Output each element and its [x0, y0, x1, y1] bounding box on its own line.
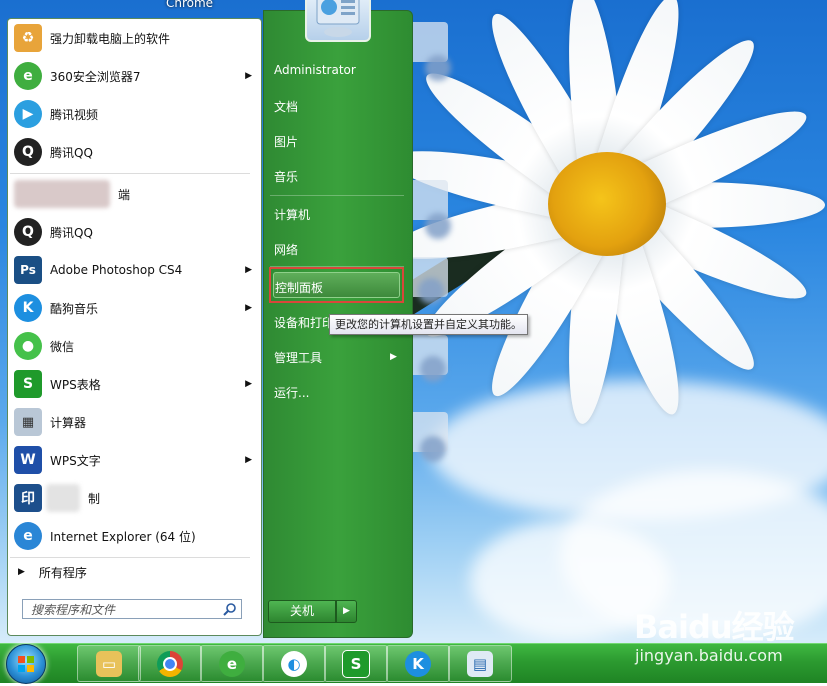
search-icon[interactable] — [223, 602, 237, 616]
start-button[interactable] — [6, 644, 46, 684]
submenu-arrow-icon: ▶ — [245, 303, 252, 313]
program-label: WPS表格 — [50, 377, 101, 392]
network-item[interactable]: 网络 — [274, 241, 298, 258]
admin-tools-item[interactable]: 管理工具 — [274, 349, 322, 366]
taskbar-button[interactable]: ▭ — [77, 645, 141, 682]
program-item[interactable]: Ps Adobe Photoshop CS4 ▶ — [14, 252, 256, 288]
chrome-icon — [157, 650, 183, 677]
taskbar-button[interactable]: K — [386, 645, 450, 682]
program-label: 酷狗音乐 — [50, 301, 99, 316]
submenu-arrow-icon: ▶ — [245, 379, 252, 389]
program-label: 制 — [88, 491, 101, 506]
control-panel-icon: ▤ — [467, 650, 493, 677]
devices-printers-item[interactable]: 设备和打印 — [274, 314, 334, 331]
shutdown-button[interactable]: 关机 — [268, 600, 336, 623]
program-label: 腾讯QQ — [50, 225, 93, 240]
submenu-arrow-icon: ▶ — [245, 71, 252, 81]
submenu-arrow-icon: ▶ — [245, 455, 252, 465]
program-item[interactable]: S WPS表格 ▶ — [14, 366, 256, 402]
program-item[interactable]: e Internet Explorer (64 位) — [14, 518, 256, 554]
program-label: Internet Explorer (64 位) — [50, 529, 196, 544]
kugou-icon: K — [14, 294, 42, 322]
search-input[interactable]: 搜索程序和文件 — [22, 599, 242, 619]
blurred-icon — [46, 484, 80, 512]
documents-item[interactable]: 文档 — [274, 98, 298, 115]
360-browser-icon: e — [14, 62, 42, 90]
wps-spreadsheet-icon: S — [342, 649, 370, 678]
ie-icon: e — [14, 522, 42, 550]
360-browser-icon: e — [219, 650, 245, 677]
program-label: WPS文字 — [50, 453, 101, 468]
wps-spreadsheet-icon: S — [14, 370, 42, 398]
user-folder-item[interactable]: Administrator — [274, 63, 356, 77]
file-explorer-icon: ▭ — [96, 650, 122, 677]
program-label: 腾讯视频 — [50, 107, 99, 122]
qq-icon: Q — [14, 138, 42, 166]
separator — [10, 173, 250, 174]
taskbar-button[interactable] — [138, 645, 202, 682]
all-programs-arrow-icon: ▶ — [18, 567, 25, 577]
program-item[interactable]: Q 腾讯QQ — [14, 214, 256, 250]
program-item[interactable]: K 酷狗音乐 ▶ — [14, 290, 256, 326]
program-label: 360安全浏览器7 — [50, 69, 141, 84]
control-panel-item[interactable]: 控制面板 — [269, 267, 404, 303]
submenu-arrow-icon: ▶ — [390, 352, 397, 362]
taskbar-button[interactable]: S — [324, 645, 388, 682]
program-label: 计算器 — [50, 415, 87, 430]
pictures-item[interactable]: 图片 — [274, 133, 298, 150]
program-label: Adobe Photoshop CS4 — [50, 263, 183, 277]
taskbar-button[interactable]: ▤ — [448, 645, 512, 682]
calculator-icon: ▦ — [14, 408, 42, 436]
uninstaller-icon: ♻ — [14, 24, 42, 52]
all-programs-label: 所有程序 — [38, 565, 87, 580]
program-item[interactable]: ▶ 腾讯视频 — [14, 96, 256, 132]
run-item[interactable]: 运行... — [274, 384, 309, 401]
program-label: 微信 — [50, 339, 75, 354]
taskbar-button[interactable]: e — [200, 645, 264, 682]
user-picture-icon[interactable] — [305, 0, 371, 42]
flower-center — [548, 152, 666, 256]
blurred-icon — [14, 180, 110, 208]
program-label: 端 — [118, 187, 131, 202]
program-item[interactable]: ● 微信 — [14, 328, 256, 364]
photoshop-icon: Ps — [14, 256, 42, 284]
submenu-arrow-icon: ▶ — [245, 265, 252, 275]
print-icon: 印 — [14, 484, 42, 512]
separator — [270, 195, 404, 196]
baidu-watermark: Baidu经验 — [634, 608, 795, 646]
program-item[interactable]: 印 制 — [14, 480, 256, 516]
program-item[interactable]: ▦ 计算器 — [14, 404, 256, 440]
all-programs-item[interactable]: ▶ 所有程序 — [14, 556, 256, 588]
program-label: 强力卸载电脑上的软件 — [50, 31, 171, 46]
tooltip: 更改您的计算机设置并自定义其功能。 — [329, 314, 528, 335]
program-item[interactable]: e 360安全浏览器7 ▶ — [14, 58, 256, 94]
tencent-video-icon: ▶ — [14, 100, 42, 128]
kugou-icon: K — [405, 650, 431, 677]
computer-item[interactable]: 计算机 — [274, 206, 310, 223]
qq-icon: Q — [14, 218, 42, 246]
music-item[interactable]: 音乐 — [274, 168, 298, 185]
program-item[interactable]: 端 — [14, 176, 256, 212]
wechat-icon: ● — [14, 332, 42, 360]
wps-writer-icon: W — [14, 446, 42, 474]
program-item[interactable]: Q 腾讯QQ — [14, 134, 256, 170]
window-title: Chrome — [166, 0, 214, 10]
shutdown-options-button[interactable]: ▶ — [336, 600, 357, 623]
360-guard-icon: ◐ — [281, 650, 307, 677]
watermark-url: jingyan.baidu.com — [635, 646, 783, 665]
windows-logo-icon — [18, 656, 34, 672]
program-label: 腾讯QQ — [50, 145, 93, 160]
program-item[interactable]: W WPS文字 ▶ — [14, 442, 256, 478]
taskbar-button[interactable]: ◐ — [262, 645, 326, 682]
control-panel-label: 控制面板 — [275, 281, 324, 295]
program-item[interactable]: ♻ 强力卸载电脑上的软件 — [14, 20, 256, 56]
